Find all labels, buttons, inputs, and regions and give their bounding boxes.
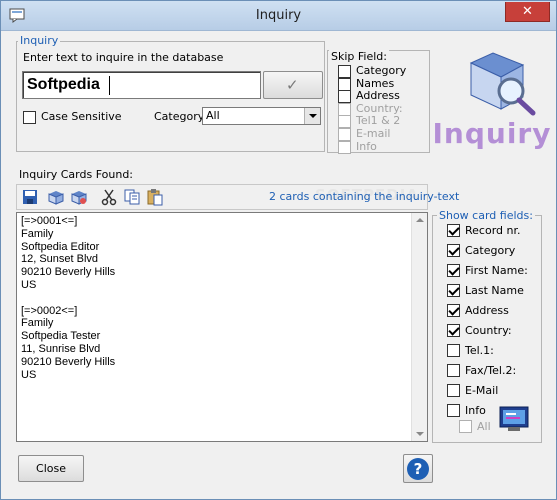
save-button[interactable] [20,187,40,207]
show-field-label: Record nr. [465,224,521,237]
results-text: [=>0001<=] Family Softpedia Editor 12, S… [21,215,116,381]
show-field-label: First Name: [465,264,528,277]
checkmark-icon: ✓ [286,76,299,94]
cards-found-label: Inquiry Cards Found: [19,168,134,181]
results-scrollbar[interactable] [411,213,427,441]
show-field-label: Fax/Tel.2: [465,364,517,377]
skip-field-checkbox[interactable] [338,115,351,128]
logo-text: Inquiry [432,117,552,150]
title-bar[interactable]: Inquiry ✕ [1,1,556,31]
show-field-label: Address [465,304,509,317]
skip-field-label: Category [356,64,407,77]
close-button[interactable]: Close [18,455,84,482]
copy-icon [124,189,140,205]
copy-button[interactable] [122,187,142,207]
skip-field-checkbox[interactable] [338,90,351,103]
skip-field-checkbox[interactable] [338,141,351,154]
scroll-down-icon [416,432,424,436]
show-field-checkbox[interactable] [447,364,460,377]
open-alt-button[interactable] [69,187,89,207]
show-field-checkbox[interactable] [447,404,460,417]
help-icon: ? [407,458,429,480]
skip-field-label: Address [356,89,400,102]
dropdown-arrow-button[interactable] [304,108,320,124]
open-icon [48,191,64,205]
show-fields-title: Show card fields: [437,209,535,222]
show-field-checkbox[interactable] [447,344,460,357]
show-field-label: Category [465,244,516,257]
search-input[interactable]: Softpedia [22,71,261,99]
category-select[interactable]: All [202,107,321,125]
case-sensitive-checkbox[interactable] [23,111,36,124]
open-alt-icon [71,191,87,205]
search-input-value: Softpedia [27,76,100,93]
show-field-checkbox[interactable] [447,244,460,257]
window-title: Inquiry [255,8,302,23]
show-field-checkbox[interactable] [447,304,460,317]
case-sensitive-label: Case Sensitive [41,110,122,123]
show-field-checkbox[interactable] [447,224,460,237]
show-field-checkbox[interactable] [447,284,460,297]
all-fields-label: All [477,420,491,433]
cards-status: 2 cards containing the inquiry-text [269,190,460,203]
help-button[interactable]: ? [403,454,433,483]
show-field-checkbox[interactable] [447,264,460,277]
inquiry-window: Inquiry ✕ Inquiry Enter text to inquire … [0,0,557,500]
search-prompt: Enter text to inquire in the database [23,51,224,64]
show-field-label: Info [465,404,486,417]
all-fields-checkbox[interactable] [459,420,472,433]
results-textarea[interactable]: [=>0001<=] Family Softpedia Editor 12, S… [16,212,428,442]
scroll-up-icon [416,218,424,222]
skip-field-label: Tel1 & 2 [356,114,401,127]
cut-button[interactable] [99,187,119,207]
save-icon [23,190,37,204]
inquiry-logo: Inquiry [431,43,553,161]
show-field-label: Tel.1: [465,344,494,357]
skip-field-checkbox[interactable] [338,128,351,141]
close-button-label: Close [36,462,66,475]
inquiry-group-title: Inquiry [18,34,61,47]
category-label: Category: [154,110,208,123]
show-field-checkbox[interactable] [447,324,460,337]
skip-field-title: Skip Field: [329,50,389,63]
search-go-button[interactable]: ✓ [263,71,323,99]
skip-field-checkbox[interactable] [338,65,351,78]
show-field-label: Country: [465,324,512,337]
window-close-button[interactable]: ✕ [505,2,550,22]
text-caret [109,76,110,95]
category-select-value: All [206,109,220,122]
show-field-label: E-Mail [465,384,499,397]
monitor-icon [499,406,529,431]
skip-field-label: E-mail [356,127,391,140]
chevron-down-icon [309,114,317,118]
show-field-label: Last Name [465,284,524,297]
open-button[interactable] [46,187,66,207]
paste-icon [147,189,163,206]
monitor-button[interactable] [498,405,530,433]
book-magnifier-icon [469,52,536,116]
paste-button[interactable] [145,187,165,207]
show-field-checkbox[interactable] [447,384,460,397]
skip-field-label: Info [356,140,377,153]
cut-icon [101,189,117,206]
